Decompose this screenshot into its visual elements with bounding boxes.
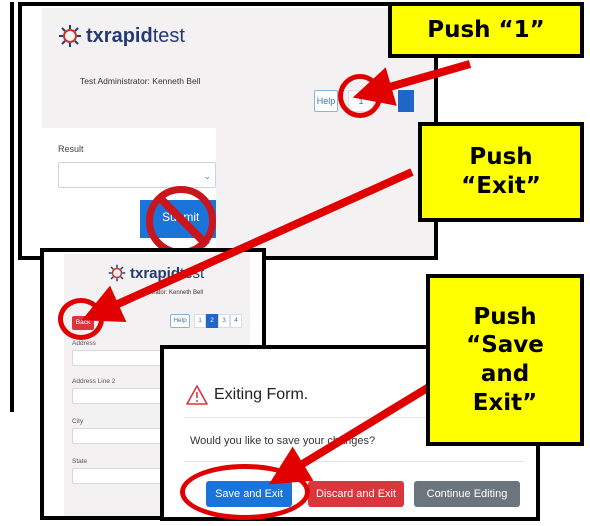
modal-header: Exiting Form. [186, 385, 308, 405]
callout-push-save-and-exit: Push “Save and Exit” [426, 274, 584, 446]
left-border-line [10, 2, 14, 412]
no-sign-icon [146, 186, 216, 256]
highlight-page-1 [338, 74, 382, 118]
result-card: Result ⌄ Submit [42, 128, 216, 256]
logo-text: txrapidtest [130, 264, 205, 282]
state-label: State [72, 458, 88, 465]
admin-name: Test Administrator: Kenneth Bell [80, 76, 201, 86]
continue-editing-button[interactable]: Continue Editing [414, 481, 520, 507]
virus-icon [59, 25, 81, 47]
discard-and-exit-button[interactable]: Discard and Exit [308, 481, 404, 507]
page-2-button[interactable] [398, 90, 414, 112]
txrapidtest-logo: txrapidtest [58, 24, 185, 48]
logo-text: txrapidtest [86, 24, 185, 47]
chevron-down-icon: ⌄ [203, 171, 211, 181]
help-button[interactable]: Help [170, 314, 190, 328]
result-select[interactable]: ⌄ [58, 162, 216, 188]
page-3-button[interactable]: 3 [218, 314, 230, 328]
result-page-background: txrapidtest Test Administrator: Kenneth … [42, 8, 434, 256]
highlight-back [58, 298, 104, 340]
address-line-2-label: Address Line 2 [72, 378, 116, 385]
modal-body-text: Would you like to save your changes? [190, 435, 376, 447]
screenshot-result-page: txrapidtest Test Administrator: Kenneth … [18, 2, 438, 260]
txrapidtest-logo-small: txrapidtest [108, 264, 204, 282]
result-label: Result [58, 144, 84, 154]
callout-push-exit: Push “Exit” [418, 122, 584, 222]
modal-title: Exiting Form. [214, 386, 309, 403]
page-4-button[interactable]: 4 [230, 314, 242, 328]
callout-push-1: Push “1” [388, 2, 584, 58]
city-label: City [72, 418, 84, 425]
highlight-save-and-exit [180, 464, 310, 520]
address-label: Address [72, 340, 96, 347]
page-2-button[interactable]: 2 [206, 314, 218, 328]
warning-icon [186, 385, 208, 405]
admin-name: nistrator: Kenneth Bell [144, 290, 204, 296]
page-1-button[interactable]: 1 [194, 314, 206, 328]
help-button[interactable]: Help [314, 90, 338, 112]
modal-divider [184, 461, 524, 462]
virus-icon [108, 264, 126, 282]
